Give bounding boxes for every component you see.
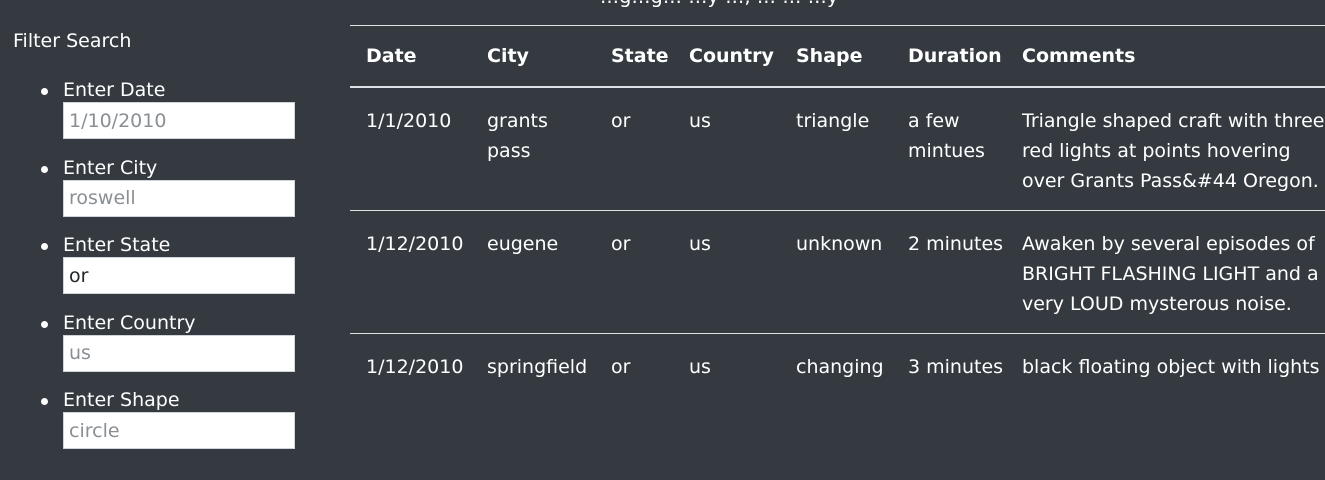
- cell-comments: Awaken by several episodes of BRIGHT FLA…: [1022, 233, 1319, 315]
- table-row: 1/12/2010 springfield or us changing 3 m…: [350, 334, 1325, 397]
- cell-city: springfield: [487, 356, 588, 378]
- cell-state: or: [611, 110, 631, 132]
- header-row: Date City State Country Shape Duration C…: [350, 25, 1325, 87]
- cell-duration: a few mintues: [908, 110, 985, 162]
- bullet-icon: [41, 320, 48, 328]
- filter-panel: Filter Search Enter Date Enter City Ente…: [13, 28, 333, 449]
- cell-duration: 2 minutes: [908, 233, 1004, 255]
- bullet-icon: [41, 88, 48, 95]
- table-row: 1/1/2010 grants pass or us triangle a fe…: [350, 87, 1325, 211]
- column-header-shape: Shape: [796, 45, 863, 67]
- date-input[interactable]: [63, 102, 295, 139]
- bullet-icon: [41, 165, 48, 173]
- page: …g…g… …y …, … … …y Filter Search Enter D…: [0, 0, 1325, 480]
- column-header-state: State: [611, 45, 669, 67]
- bullet-icon: [41, 398, 48, 405]
- cell-shape: unknown: [796, 233, 883, 255]
- cell-city: eugene: [487, 233, 559, 255]
- column-header-city: City: [487, 45, 529, 67]
- country-input[interactable]: [63, 334, 295, 372]
- state-label: Enter State: [63, 234, 171, 256]
- country-label: Enter Country: [63, 311, 196, 334]
- cell-duration: 3 minutes: [908, 356, 1004, 378]
- cell-state: or: [611, 356, 631, 378]
- cell-date: 1/12/2010: [366, 233, 464, 255]
- table-header: Date City State Country Shape Duration C…: [350, 25, 1325, 87]
- city-input[interactable]: [63, 179, 295, 217]
- cell-shape: triangle: [796, 110, 870, 132]
- column-header-date: Date: [366, 45, 417, 67]
- cell-country: us: [689, 110, 711, 132]
- results-table-container: Date City State Country Shape Duration C…: [350, 25, 1325, 396]
- shape-label: Enter Shape: [63, 389, 180, 411]
- cell-comments: black floating object with lights: [1022, 356, 1320, 378]
- table-row: 1/12/2010 eugene or us unknown 2 minutes…: [350, 211, 1325, 334]
- cell-date: 1/1/2010: [366, 110, 452, 132]
- column-header-duration: Duration: [908, 45, 1002, 67]
- column-header-comments: Comments: [1022, 45, 1136, 67]
- filter-search-heading: Filter Search: [13, 30, 132, 52]
- cell-shape: changing: [796, 356, 884, 378]
- column-header-country: Country: [689, 45, 774, 67]
- cell-date: 1/12/2010: [366, 356, 464, 378]
- shape-input[interactable]: [63, 412, 295, 449]
- cell-city: grants pass: [487, 110, 548, 162]
- bullet-icon: [41, 243, 48, 250]
- cell-country: us: [689, 356, 711, 378]
- ufo-sightings-table: Date City State Country Shape Duration C…: [350, 25, 1325, 396]
- table-body: 1/1/2010 grants pass or us triangle a fe…: [350, 87, 1325, 396]
- city-label: Enter City: [63, 156, 158, 179]
- cut-off-paragraph: …g…g… …y …, … … …y: [600, 0, 838, 8]
- state-input[interactable]: [63, 257, 295, 294]
- cell-state: or: [611, 233, 631, 255]
- date-label: Enter Date: [63, 79, 166, 101]
- cell-comments: Triangle shaped craft with three red lig…: [1022, 110, 1325, 192]
- cell-country: us: [689, 233, 711, 255]
